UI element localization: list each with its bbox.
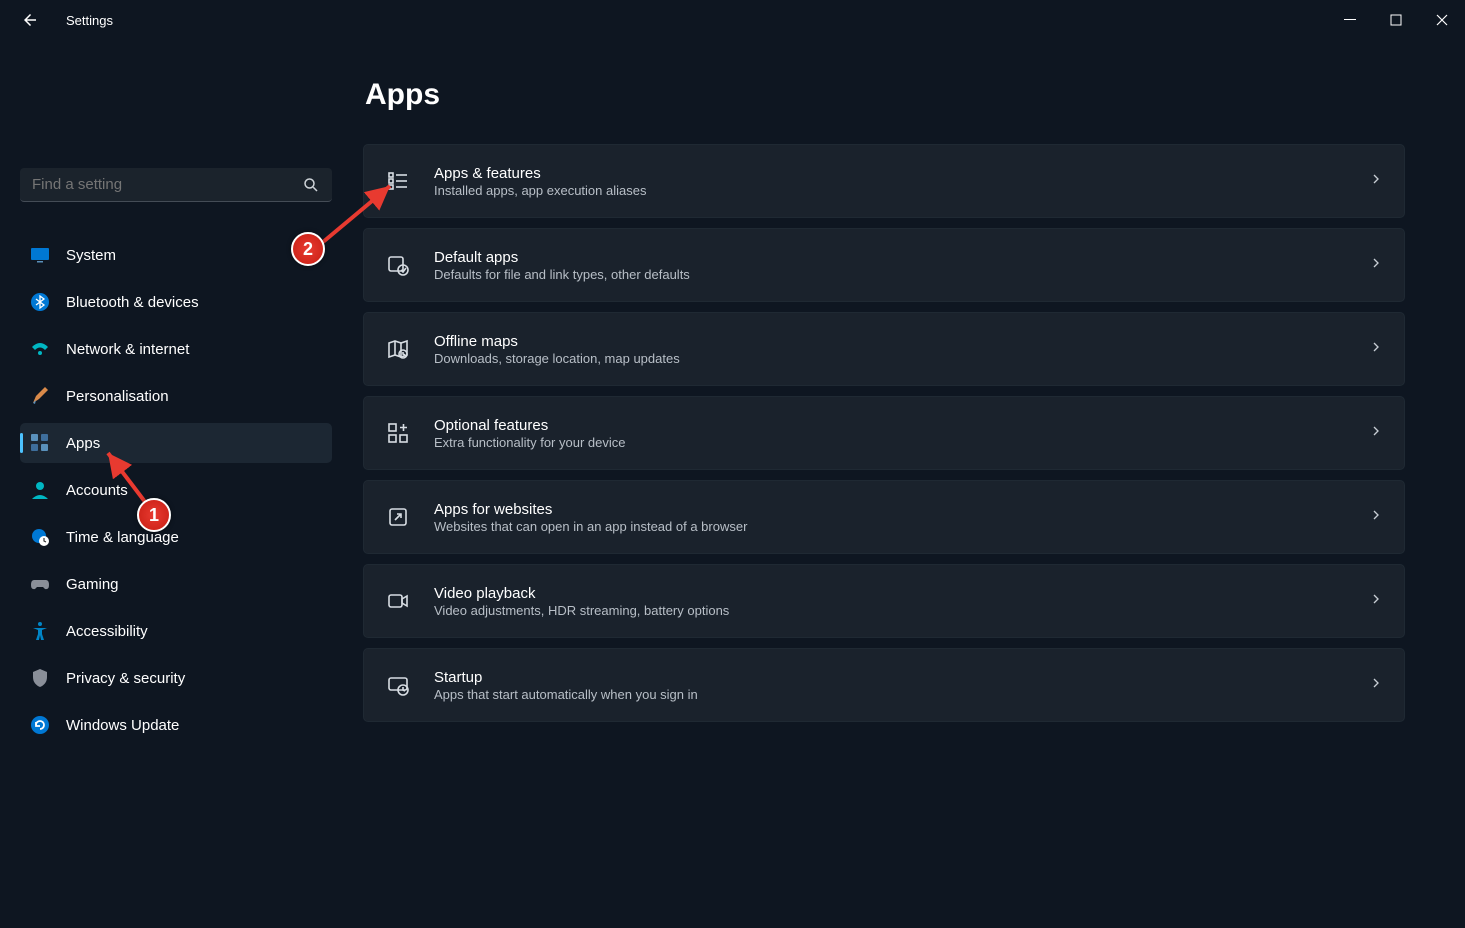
- update-icon: [30, 715, 50, 735]
- sidebar-item-label: Apps: [66, 435, 100, 452]
- sidebar-item-network[interactable]: Network & internet: [20, 329, 332, 369]
- brush-icon: [30, 386, 50, 406]
- item-title: Video playback: [434, 585, 1346, 602]
- sidebar-item-label: Bluetooth & devices: [66, 294, 199, 311]
- sidebar-item-label: Personalisation: [66, 388, 169, 405]
- back-button[interactable]: [18, 8, 42, 32]
- sidebar-item-label: Windows Update: [66, 717, 179, 734]
- item-desc: Websites that can open in an app instead…: [434, 519, 1346, 534]
- arrow-left-icon: [21, 11, 39, 29]
- search-icon: [302, 176, 320, 194]
- settings-item-apps-for-websites[interactable]: Apps for websites Websites that can open…: [363, 480, 1405, 554]
- search-box[interactable]: [20, 168, 332, 202]
- item-title: Offline maps: [434, 333, 1346, 350]
- sidebar-item-windows-update[interactable]: Windows Update: [20, 705, 332, 745]
- sidebar-item-label: Privacy & security: [66, 670, 185, 687]
- accessibility-icon: [30, 621, 50, 641]
- maximize-icon: [1390, 14, 1402, 26]
- item-desc: Downloads, storage location, map updates: [434, 351, 1346, 366]
- item-title: Startup: [434, 669, 1346, 686]
- shield-icon: [30, 668, 50, 688]
- titlebar: Settings: [0, 0, 1465, 40]
- sidebar-item-label: Accessibility: [66, 623, 148, 640]
- page-title: Apps: [365, 78, 1405, 112]
- sidebar-item-accounts[interactable]: Accounts: [20, 470, 332, 510]
- gamepad-icon: [30, 574, 50, 594]
- sidebar-item-label: System: [66, 247, 116, 264]
- sidebar-item-time-language[interactable]: Time & language: [20, 517, 332, 557]
- apps-icon: [30, 433, 50, 453]
- sidebar-item-label: Network & internet: [66, 341, 189, 358]
- settings-list: Apps & features Installed apps, app exec…: [363, 144, 1405, 728]
- video-icon: [384, 587, 412, 615]
- bluetooth-icon: [30, 292, 50, 312]
- window-title: Settings: [66, 13, 113, 28]
- settings-item-offline-maps[interactable]: Offline maps Downloads, storage location…: [363, 312, 1405, 386]
- window-controls: [1327, 0, 1465, 40]
- close-icon: [1436, 14, 1448, 26]
- chevron-right-icon: [1368, 171, 1384, 192]
- startup-icon: [384, 671, 412, 699]
- chevron-right-icon: [1368, 423, 1384, 444]
- sidebar-item-privacy[interactable]: Privacy & security: [20, 658, 332, 698]
- chevron-right-icon: [1368, 339, 1384, 360]
- item-desc: Extra functionality for your device: [434, 435, 1346, 450]
- open-external-icon: [384, 503, 412, 531]
- main-content: Apps Apps & features Installed apps, app…: [335, 40, 1465, 928]
- settings-item-startup[interactable]: Startup Apps that start automatically wh…: [363, 648, 1405, 722]
- sidebar-item-accessibility[interactable]: Accessibility: [20, 611, 332, 651]
- optional-features-icon: [384, 419, 412, 447]
- wifi-icon: [30, 339, 50, 359]
- item-title: Default apps: [434, 249, 1346, 266]
- sidebar-item-label: Time & language: [66, 529, 179, 546]
- sidebar-item-label: Accounts: [66, 482, 128, 499]
- list-icon: [384, 167, 412, 195]
- item-desc: Video adjustments, HDR streaming, batter…: [434, 603, 1346, 618]
- default-apps-icon: [384, 251, 412, 279]
- minimize-icon: [1344, 14, 1356, 26]
- item-title: Apps for websites: [434, 501, 1346, 518]
- settings-item-default-apps[interactable]: Default apps Defaults for file and link …: [363, 228, 1405, 302]
- sidebar-item-gaming[interactable]: Gaming: [20, 564, 332, 604]
- sidebar-item-system[interactable]: System: [20, 235, 332, 275]
- settings-item-apps-features[interactable]: Apps & features Installed apps, app exec…: [363, 144, 1405, 218]
- sidebar-item-label: Gaming: [66, 576, 119, 593]
- settings-item-video-playback[interactable]: Video playback Video adjustments, HDR st…: [363, 564, 1405, 638]
- item-title: Optional features: [434, 417, 1346, 434]
- sidebar-item-bluetooth[interactable]: Bluetooth & devices: [20, 282, 332, 322]
- minimize-button[interactable]: [1327, 0, 1373, 40]
- item-desc: Installed apps, app execution aliases: [434, 183, 1346, 198]
- sidebar-nav: System Bluetooth & devices Network & int…: [20, 235, 332, 752]
- chevron-right-icon: [1368, 255, 1384, 276]
- system-icon: [30, 245, 50, 265]
- sidebar-item-apps[interactable]: Apps: [20, 423, 332, 463]
- item-desc: Defaults for file and link types, other …: [434, 267, 1346, 282]
- item-desc: Apps that start automatically when you s…: [434, 687, 1346, 702]
- settings-item-optional-features[interactable]: Optional features Extra functionality fo…: [363, 396, 1405, 470]
- sidebar-item-personalisation[interactable]: Personalisation: [20, 376, 332, 416]
- maximize-button[interactable]: [1373, 0, 1419, 40]
- search-input[interactable]: [32, 176, 302, 193]
- item-title: Apps & features: [434, 165, 1346, 182]
- person-icon: [30, 480, 50, 500]
- chevron-right-icon: [1368, 591, 1384, 612]
- chevron-right-icon: [1368, 675, 1384, 696]
- globe-clock-icon: [30, 527, 50, 547]
- map-icon: [384, 335, 412, 363]
- close-button[interactable]: [1419, 0, 1465, 40]
- chevron-right-icon: [1368, 507, 1384, 528]
